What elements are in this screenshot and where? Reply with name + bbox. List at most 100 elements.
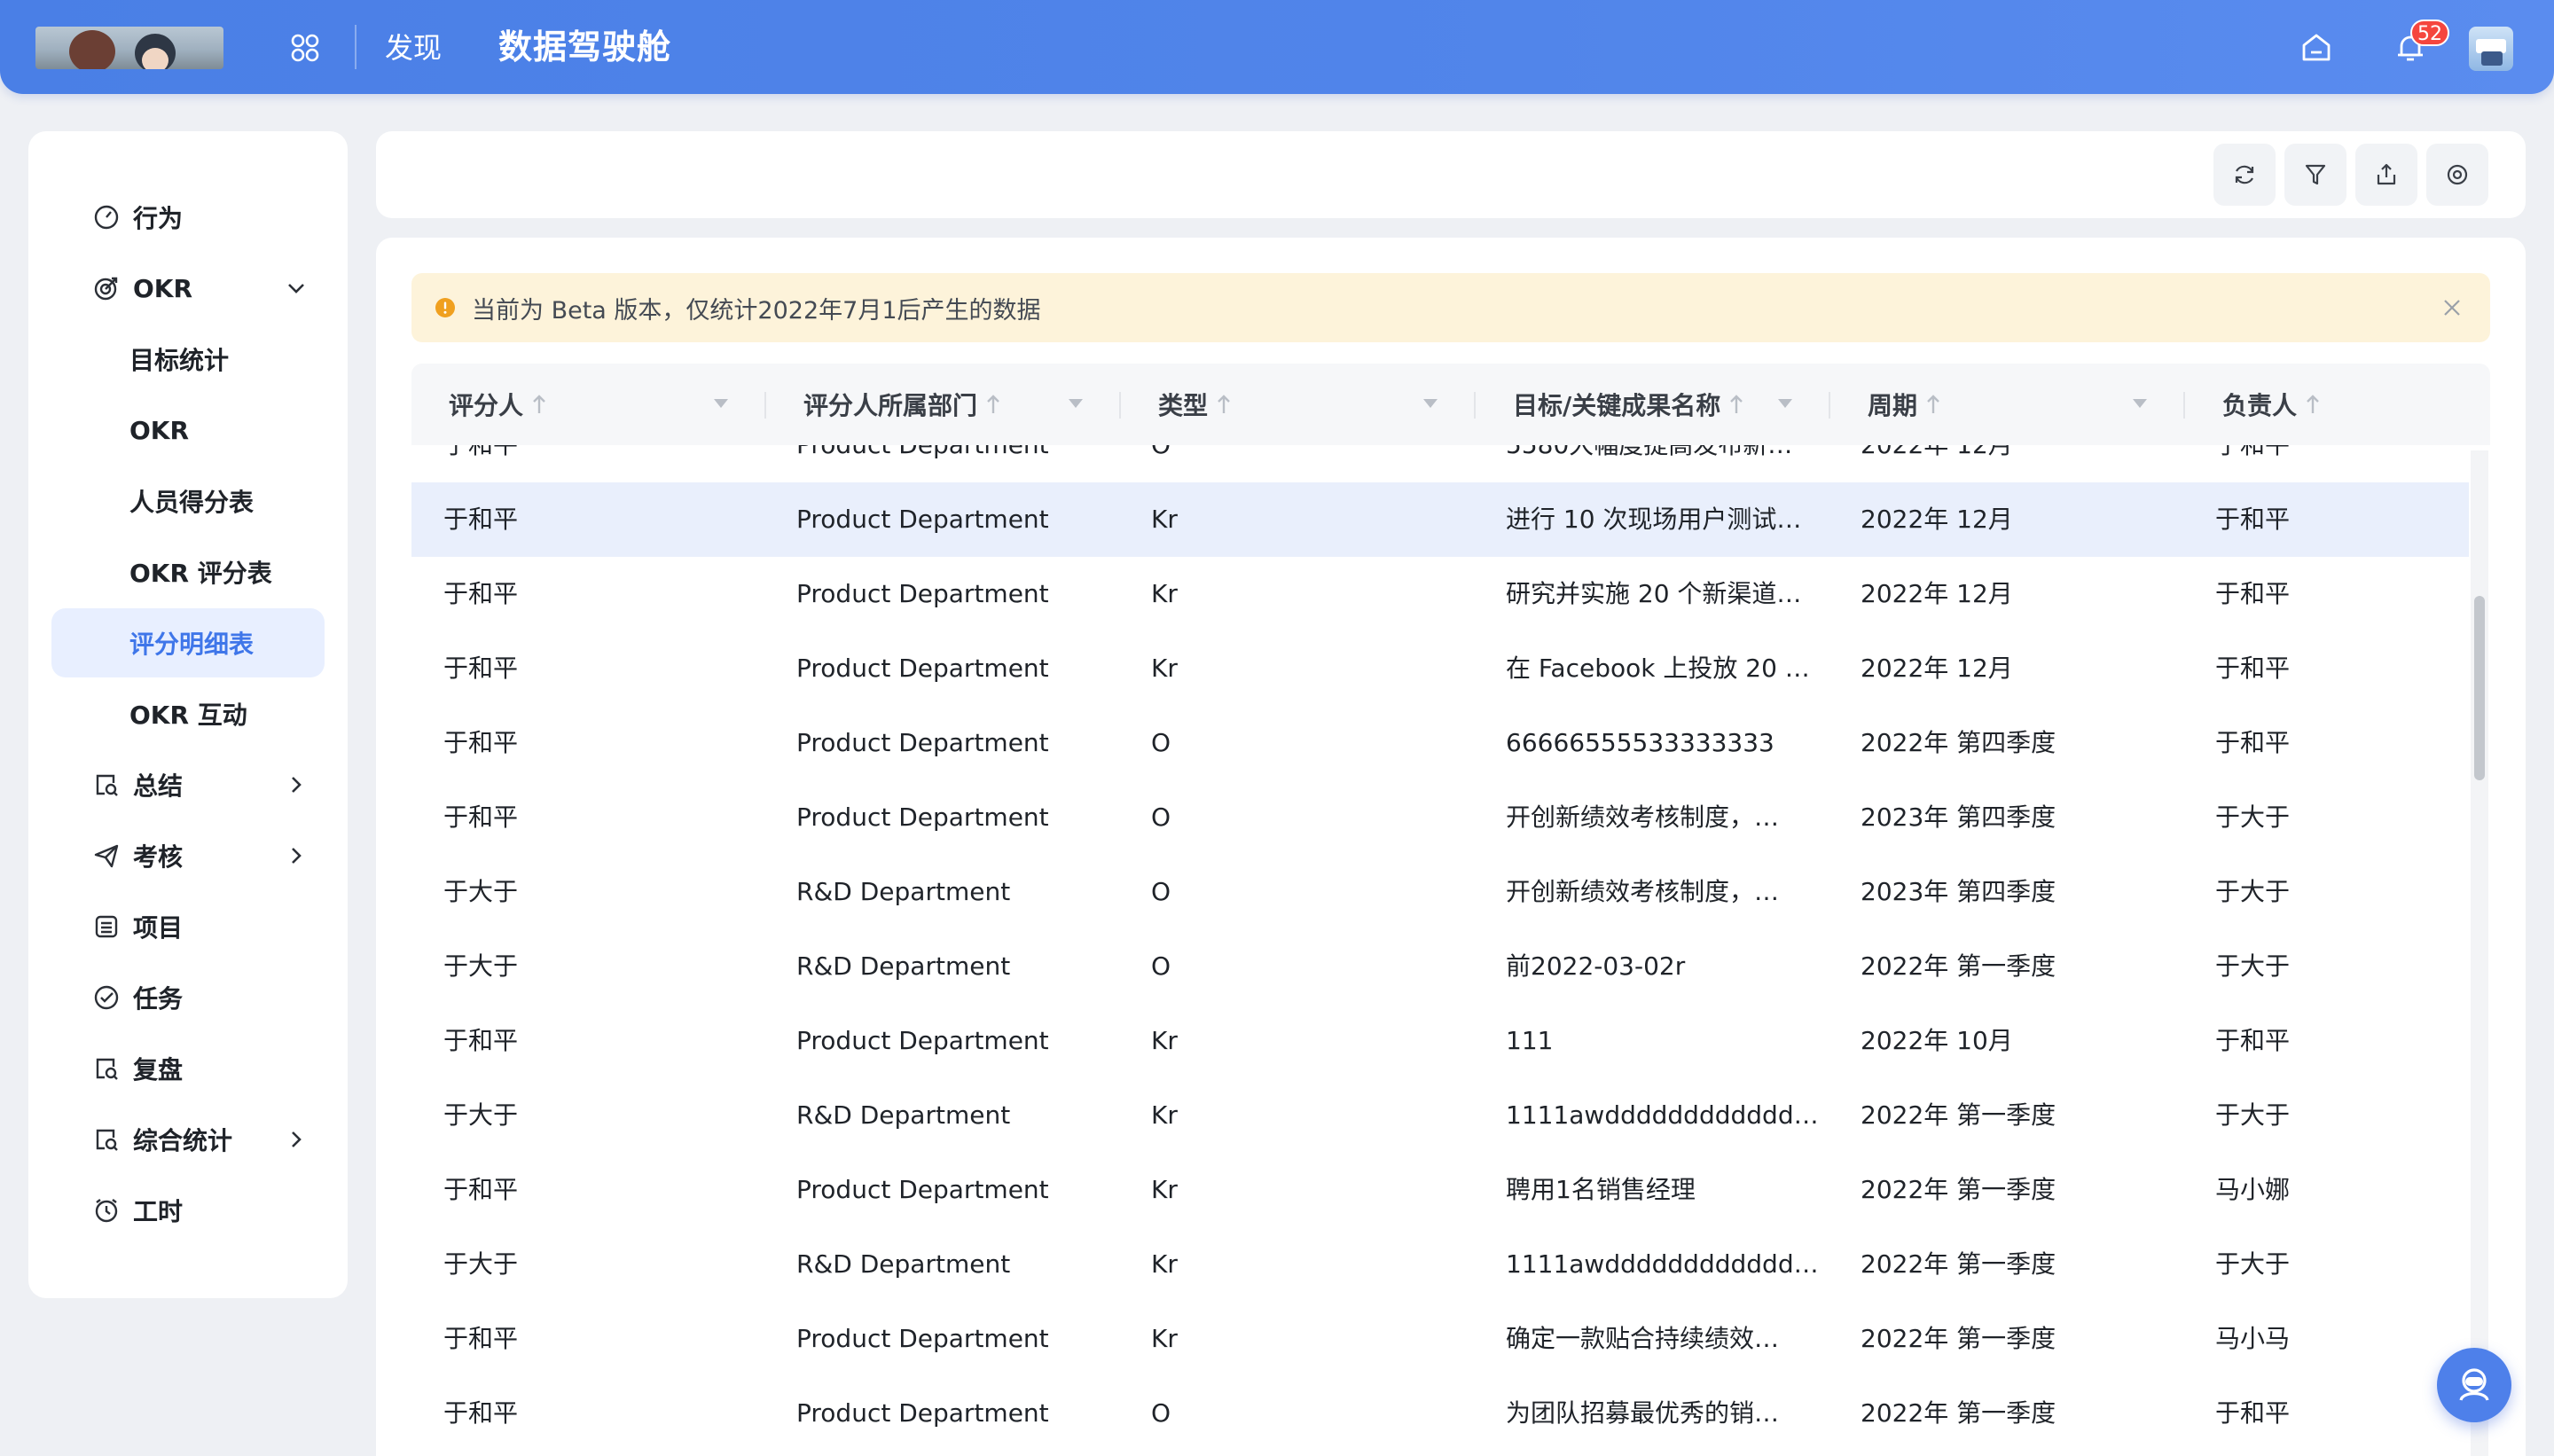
column-filter-icon[interactable]: [1421, 394, 1440, 413]
column-header-department[interactable]: 评分人所属部门: [766, 364, 1121, 445]
settings-button[interactable]: [2426, 144, 2488, 206]
table-row[interactable]: 于大于 R&D Department O 前2022-03-02r 2022年 …: [411, 929, 2469, 1004]
cell-type: Kr: [1151, 579, 1178, 608]
chevron-right-icon: [292, 1131, 302, 1147]
cell-rater: 于和平: [443, 579, 519, 608]
help-assistant-button[interactable]: [2437, 1348, 2511, 1422]
cell-department: Product Department: [796, 1398, 1049, 1428]
sidebar-item-label: OKR: [133, 273, 193, 303]
cell-department: Product Department: [796, 654, 1049, 683]
table-row[interactable]: 于和平 Product Department Kr 研究并实施 20 个新渠道……: [411, 557, 2469, 631]
column-header-owner[interactable]: 负责人: [2185, 364, 2490, 445]
table-row[interactable]: 于和平 Product Department Kr 确定一款贴合持续绩效… 20…: [411, 1302, 2469, 1376]
sidebar-item-score-detail[interactable]: 评分明细表: [51, 608, 325, 677]
cell-rater: 于和平: [443, 1026, 519, 1055]
cell-department: Product Department: [796, 1324, 1049, 1353]
column-filter-icon[interactable]: [1066, 394, 1085, 413]
table-row[interactable]: 于大于 R&D Department Kr 1111awdddddddddddd…: [411, 1078, 2469, 1153]
export-button[interactable]: [2355, 144, 2417, 206]
table-row[interactable]: 于大于 R&D Department Kr 1111awdddddddddddd…: [411, 1227, 2469, 1302]
cell-period: 2022年 12月: [1861, 445, 2013, 482]
sidebar-item-work-hours[interactable]: 工时: [51, 1176, 325, 1245]
cell-period: 2022年 第一季度: [1861, 1398, 2057, 1428]
sidebar-item-label: 评分明细表: [129, 630, 255, 659]
sidebar-item-okr[interactable]: OKR: [51, 254, 325, 323]
cell-owner: 马小马: [2215, 1324, 2291, 1353]
sidebar-item-label: 项目: [133, 913, 184, 943]
cell-rater: 于大于: [443, 1100, 519, 1130]
cell-owner: 于和平: [2215, 445, 2290, 482]
cell-department: Product Department: [796, 1175, 1049, 1204]
cell-type: O: [1151, 951, 1171, 981]
chevron-down-icon: [288, 284, 304, 294]
main-content: 当前为 Beta 版本，仅统计2022年7月1后产生的数据 评分人 评分人所属部…: [376, 238, 2526, 1456]
sort-icon[interactable]: [1213, 392, 1234, 417]
table-row[interactable]: 于和平 Product Department O 666665555333333…: [411, 706, 2469, 780]
cell-period: 2022年 12月: [1861, 505, 2013, 534]
cell-type: O: [1151, 445, 1171, 482]
sidebar-item-assessment[interactable]: 考核: [51, 821, 325, 890]
alarm-clock-icon: [95, 1199, 118, 1223]
sidebar-item-okr-sub[interactable]: OKR: [51, 395, 325, 465]
sort-icon[interactable]: [1726, 392, 1747, 417]
discover-link[interactable]: 发现: [385, 27, 442, 69]
sidebar-item-okr-score[interactable]: OKR 评分表: [51, 537, 325, 607]
close-icon[interactable]: [2439, 294, 2465, 321]
column-filter-icon[interactable]: [2130, 394, 2150, 413]
column-header-period[interactable]: 周期: [1830, 364, 2185, 445]
sidebar-item-summary[interactable]: 总结: [51, 750, 325, 819]
sidebar-item-overall-stats[interactable]: 综合统计: [51, 1105, 325, 1174]
cell-type: Kr: [1151, 505, 1178, 534]
table-scrollbar-thumb[interactable]: [2474, 596, 2485, 780]
table-row[interactable]: 于和平 Product Department Kr 在 Facebook 上投放…: [411, 631, 2469, 706]
cell-rater: 于和平: [443, 728, 519, 757]
table-row[interactable]: 于和平 Product Department O 开创新绩效考核制度，… 202…: [411, 780, 2469, 855]
cell-objective: 在 Facebook 上投放 20 …: [1506, 654, 1810, 683]
home-icon[interactable]: [2299, 30, 2334, 66]
sidebar-item-label: OKR: [129, 415, 190, 445]
sidebar: 行为 OKR 目标统计 OKR 人员得分表 OKR 评分表 评分明细表 OKR …: [28, 131, 348, 1298]
column-filter-icon[interactable]: [1775, 394, 1795, 413]
sidebar-item-behavior[interactable]: 行为: [51, 183, 325, 252]
column-filter-icon[interactable]: [711, 394, 731, 413]
sidebar-item-project[interactable]: 项目: [51, 892, 325, 961]
apps-grid-icon[interactable]: [289, 32, 321, 64]
sidebar-item-review[interactable]: 复盘: [51, 1034, 325, 1103]
filter-icon: [2305, 164, 2326, 185]
cell-period: 2022年 10月: [1861, 1026, 2013, 1055]
cell-department: R&D Department: [796, 951, 1011, 981]
cell-objective: 研究并实施 20 个新渠道…: [1506, 579, 1802, 608]
sidebar-item-task[interactable]: 任务: [51, 963, 325, 1032]
filter-button[interactable]: [2284, 144, 2346, 206]
column-header-objective[interactable]: 目标/关键成果名称: [1476, 364, 1830, 445]
sidebar-item-goal-stats[interactable]: 目标统计: [51, 325, 325, 394]
cell-rater: 于和平: [443, 505, 519, 534]
table-row[interactable]: 于和平 Product Department O 为团队招募最优秀的销… 202…: [411, 1376, 2469, 1451]
table-header: 评分人 评分人所属部门 类型 目标/关键成果名称 周期 负责人: [411, 364, 2490, 445]
table-row[interactable]: 于和平 Product Department O 5580大幅度提高发布新… 2…: [411, 445, 2469, 482]
table-row[interactable]: 于和平 Product Department Kr 111 2022年 10月 …: [411, 1004, 2469, 1078]
cell-period: 2022年 第一季度: [1861, 1100, 2057, 1130]
sort-icon[interactable]: [2302, 392, 2323, 417]
column-header-label: 类型: [1158, 391, 1209, 420]
sidebar-item-person-score[interactable]: 人员得分表: [51, 466, 325, 536]
cell-objective: 1111awdddddddddddd…: [1506, 1100, 1819, 1130]
sidebar-item-okr-interact[interactable]: OKR 互动: [51, 679, 325, 748]
column-header-type[interactable]: 类型: [1121, 364, 1476, 445]
column-header-label: 目标/关键成果名称: [1513, 391, 1721, 420]
table-row[interactable]: 于大于 R&D Department O 开创新绩效考核制度，… 2023年 第…: [411, 855, 2469, 929]
gauge-icon: [94, 205, 119, 230]
stats-search-icon: [96, 1129, 118, 1151]
sort-icon[interactable]: [983, 392, 1004, 417]
cell-rater: 于和平: [443, 1398, 519, 1428]
cell-type: Kr: [1151, 1324, 1178, 1353]
check-circle-icon: [94, 985, 119, 1010]
table-row[interactable]: 于和平 Product Department Kr 聘用1名销售经理 2022年…: [411, 1153, 2469, 1227]
user-avatar[interactable]: [2469, 27, 2513, 71]
sort-icon[interactable]: [529, 392, 550, 417]
sidebar-item-label: 总结: [133, 771, 184, 801]
refresh-button[interactable]: [2213, 144, 2276, 206]
sort-icon[interactable]: [1923, 392, 1944, 417]
table-row[interactable]: 于和平 Product Department Kr 进行 10 次现场用户测试……: [411, 482, 2469, 557]
column-header-rater[interactable]: 评分人: [411, 364, 766, 445]
